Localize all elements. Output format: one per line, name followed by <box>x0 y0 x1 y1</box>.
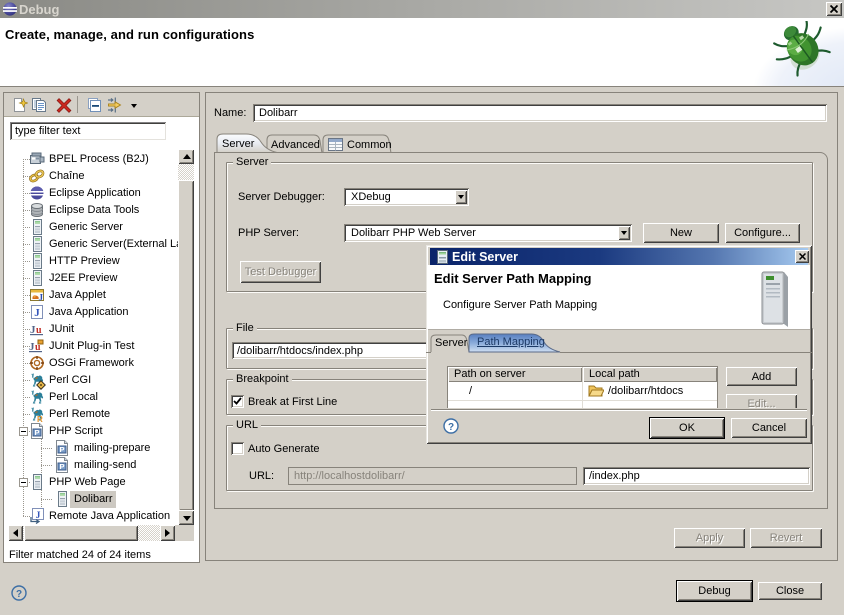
svg-text:?: ? <box>16 589 22 600</box>
svg-text:?: ? <box>448 422 454 433</box>
svg-text:R: R <box>37 415 43 423</box>
